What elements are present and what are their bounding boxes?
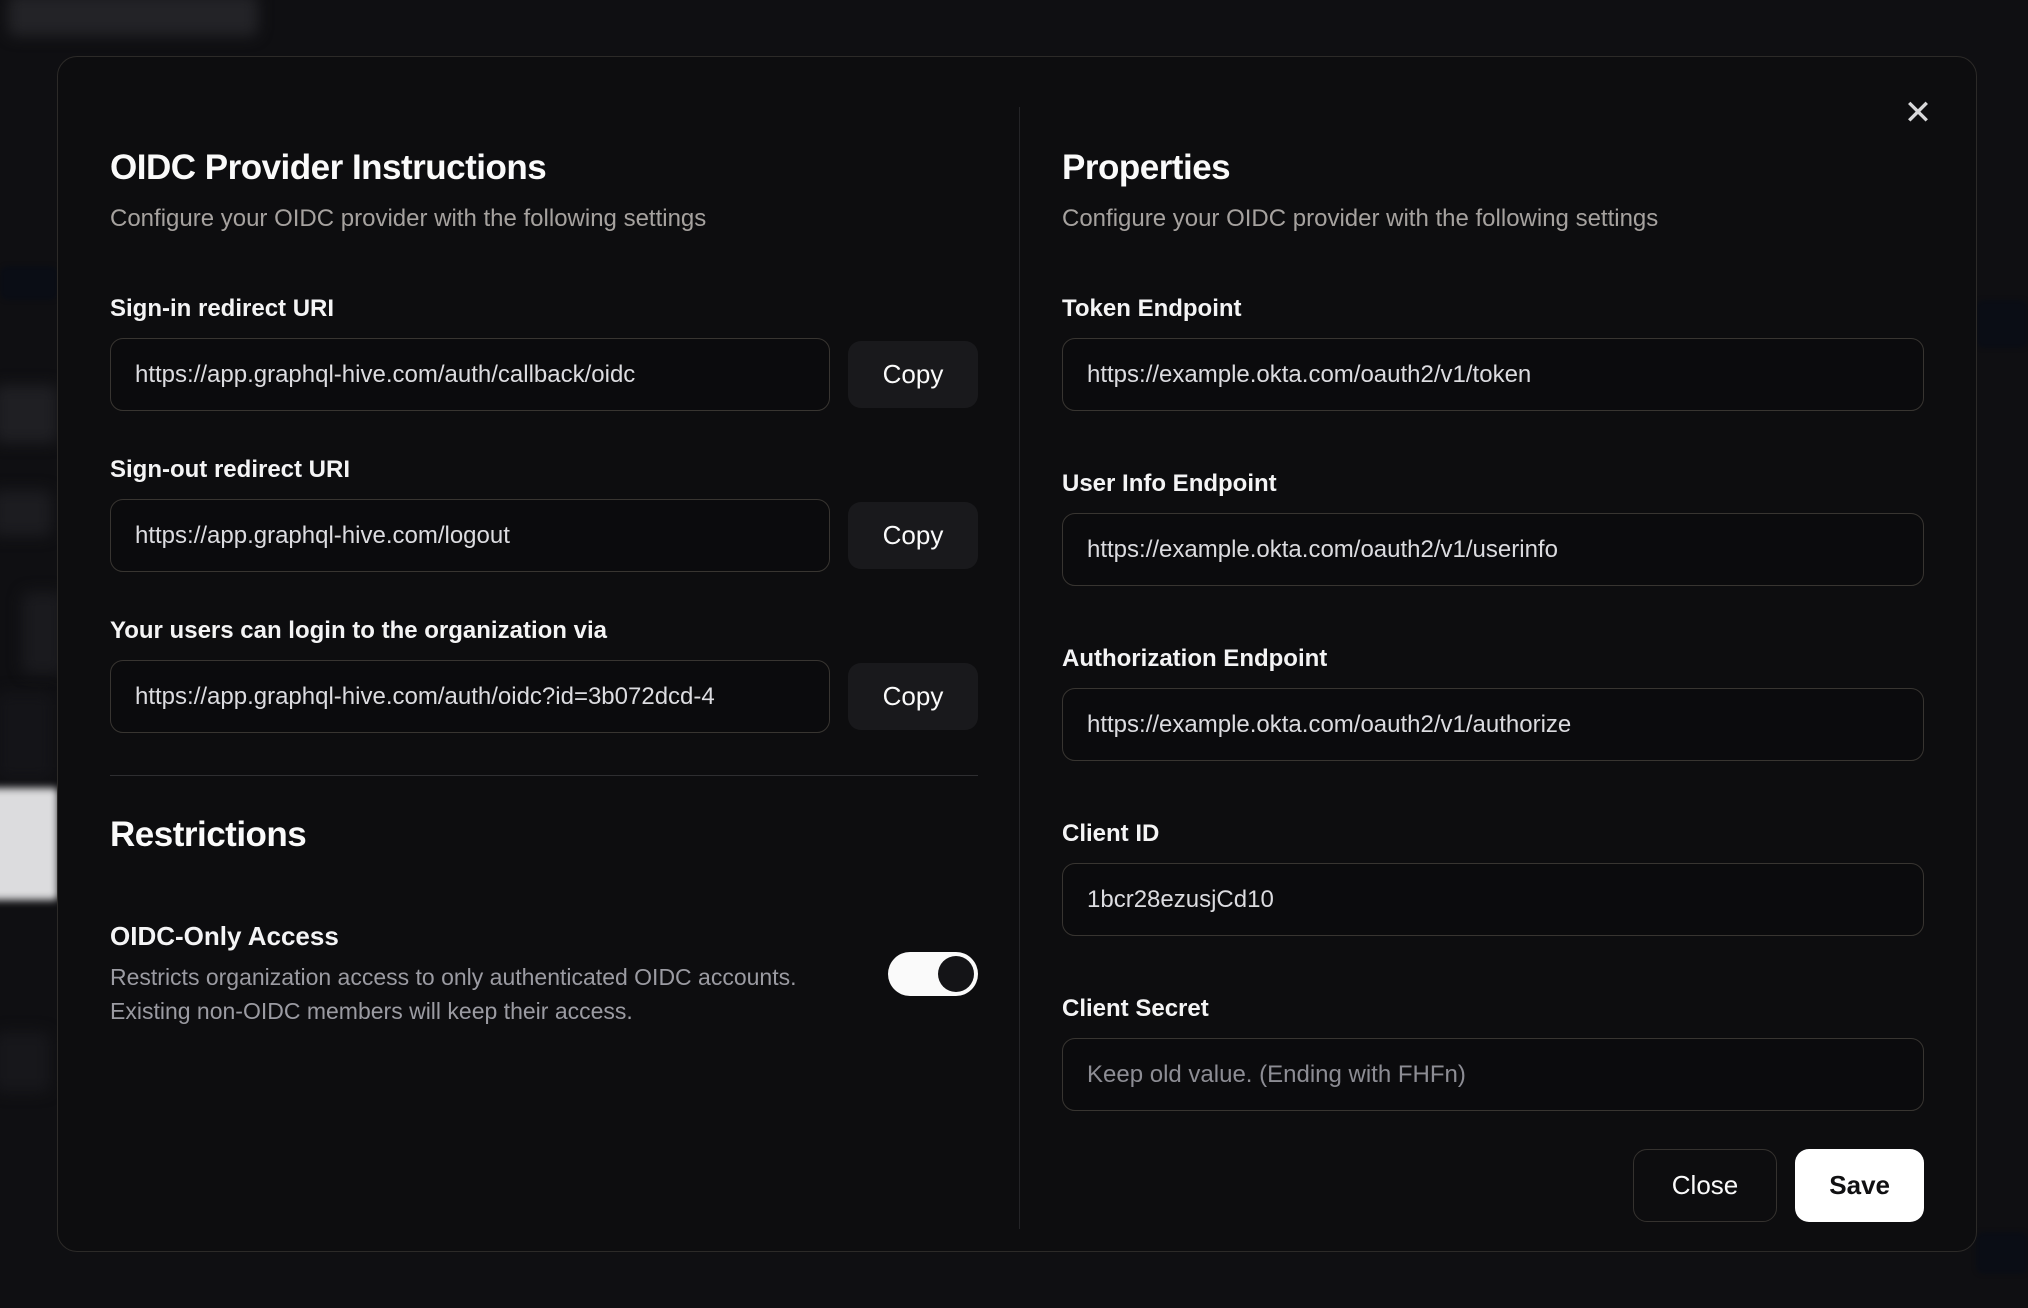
- login-url-input[interactable]: [110, 660, 830, 733]
- copy-signin-uri-button[interactable]: Copy: [848, 341, 978, 408]
- signin-redirect-uri-row: Copy: [110, 338, 978, 411]
- close-icon[interactable]: ✕: [1896, 91, 1940, 135]
- client-secret-label: Client Secret: [1062, 995, 1209, 1022]
- instructions-subtitle: Configure your OIDC provider with the fo…: [110, 205, 707, 232]
- login-url-row: Copy: [110, 660, 978, 733]
- close-button[interactable]: Close: [1632, 1149, 1778, 1222]
- oidc-only-access-description: Restricts organization access to only au…: [110, 960, 868, 1028]
- oidc-only-access-label: OIDC-Only Access: [110, 921, 339, 951]
- background-blurred-text: [0, 692, 54, 780]
- client-id-input[interactable]: [1062, 863, 1924, 936]
- background-band: [0, 266, 58, 300]
- client-id-label: Client ID: [1062, 820, 1160, 847]
- background-blurred-button: [0, 788, 58, 900]
- user-info-endpoint-label: User Info Endpoint: [1062, 470, 1277, 497]
- oidc-only-access-text: OIDC-Only Access Restricts organization …: [110, 920, 868, 1028]
- signout-redirect-uri-row: Copy: [110, 499, 978, 572]
- instructions-title: OIDC Provider Instructions: [110, 148, 547, 187]
- token-endpoint-input[interactable]: [1062, 338, 1924, 411]
- background-band: [1976, 1232, 2028, 1274]
- toggle-knob: [938, 956, 974, 992]
- properties-column: Properties Configure your OIDC provider …: [1062, 147, 1924, 1251]
- background-blurred-text: [0, 385, 58, 443]
- restrictions-title: Restrictions: [110, 815, 307, 854]
- provider-instructions-column: OIDC Provider Instructions Configure you…: [110, 147, 978, 1251]
- oidc-settings-modal: ✕ OIDC Provider Instructions Configure y…: [57, 56, 1977, 1252]
- section-divider: [110, 775, 978, 776]
- description-line: Restricts organization access to only au…: [110, 964, 797, 990]
- token-endpoint-label: Token Endpoint: [1062, 295, 1242, 322]
- column-divider: [1019, 107, 1020, 1229]
- login-url-label: Your users can login to the organization…: [110, 617, 607, 644]
- copy-signout-uri-button[interactable]: Copy: [848, 502, 978, 569]
- signout-redirect-uri-input[interactable]: [110, 499, 830, 572]
- authorization-endpoint-label: Authorization Endpoint: [1062, 645, 1328, 672]
- properties-title: Properties: [1062, 148, 1231, 187]
- copy-login-url-button[interactable]: Copy: [848, 663, 978, 730]
- oidc-only-access-toggle[interactable]: [888, 952, 978, 996]
- oidc-only-access-row: OIDC-Only Access Restricts organization …: [110, 920, 978, 1028]
- background-blurred-text: [0, 490, 52, 536]
- background-band: [1976, 300, 2028, 348]
- background-blurred-header: [8, 0, 258, 36]
- user-info-endpoint-input[interactable]: [1062, 513, 1924, 586]
- background-blurred-text: [0, 1032, 50, 1092]
- description-line: Existing non-OIDC members will keep thei…: [110, 998, 633, 1024]
- signin-redirect-uri-label: Sign-in redirect URI: [110, 295, 335, 322]
- save-button[interactable]: Save: [1795, 1149, 1924, 1222]
- signout-redirect-uri-label: Sign-out redirect URI: [110, 456, 351, 483]
- properties-subtitle: Configure your OIDC provider with the fo…: [1062, 205, 1659, 232]
- signin-redirect-uri-input[interactable]: [110, 338, 830, 411]
- modal-actions: Close Save: [1062, 1149, 1924, 1222]
- authorization-endpoint-input[interactable]: [1062, 688, 1924, 761]
- client-secret-input[interactable]: [1062, 1038, 1924, 1111]
